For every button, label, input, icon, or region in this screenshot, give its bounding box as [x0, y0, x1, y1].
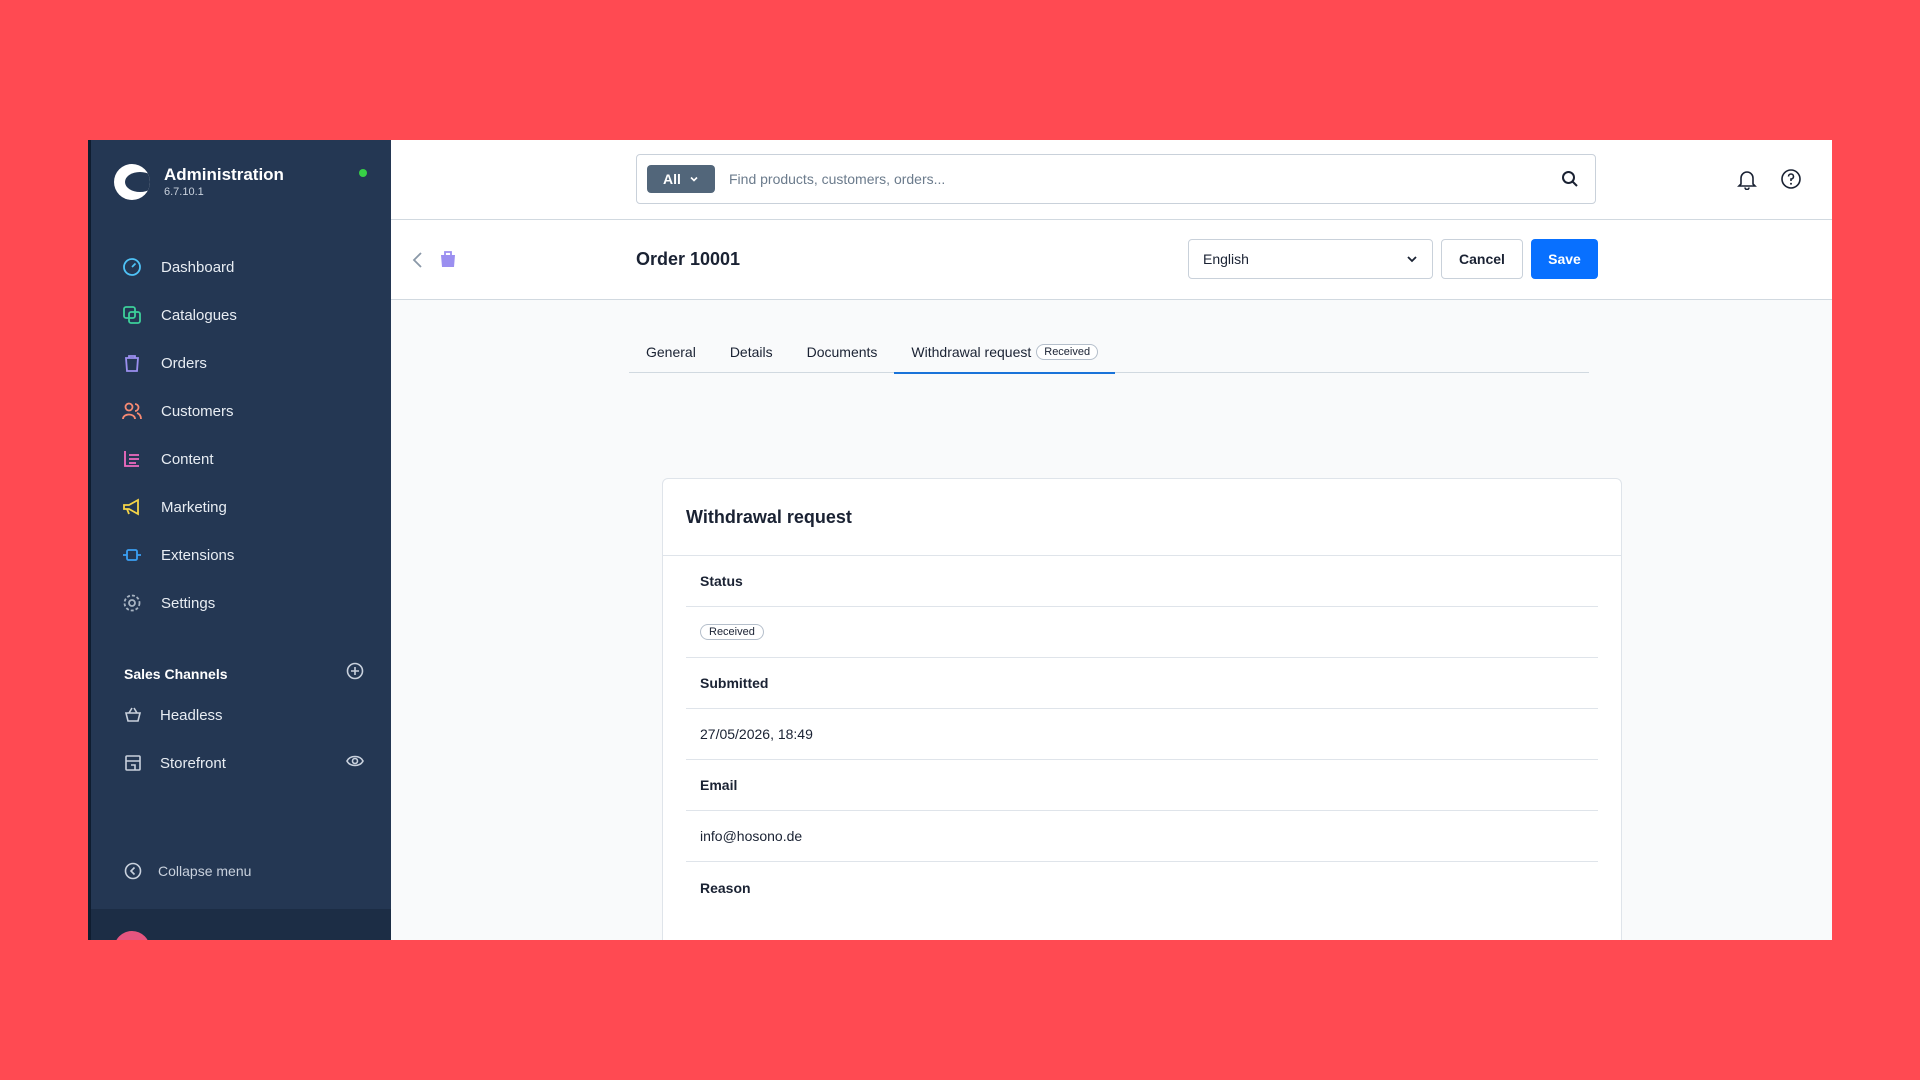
top-actions	[1736, 168, 1802, 195]
app-title: Administration	[164, 165, 284, 184]
sales-channel-headless[interactable]: Headless	[124, 700, 364, 730]
dashboard-icon	[121, 256, 143, 278]
extensions-icon	[121, 544, 143, 566]
catalogues-icon	[121, 304, 143, 326]
shopware-logo	[114, 164, 150, 200]
nav-item-orders[interactable]: Orders	[91, 339, 391, 387]
search-button[interactable]	[1545, 170, 1595, 188]
sales-channels-title: Sales Channels	[124, 665, 228, 682]
customers-icon	[121, 400, 143, 422]
nav-item-catalogues[interactable]: Catalogues	[91, 291, 391, 339]
tab-details[interactable]: Details	[713, 330, 790, 373]
bell-icon[interactable]	[1736, 168, 1758, 195]
card-body: Status Received Submitted 27/05/2026, 18…	[663, 556, 1621, 913]
nav-label: Customers	[161, 402, 234, 420]
nav-label: Settings	[161, 594, 216, 612]
search-type-label: All	[663, 171, 681, 187]
global-search: All	[636, 154, 1596, 204]
eye-icon[interactable]	[346, 752, 364, 774]
tab-documents[interactable]: Documents	[790, 330, 895, 373]
language-select[interactable]: English	[1188, 239, 1433, 279]
nav-item-customers[interactable]: Customers	[91, 387, 391, 435]
content-icon	[121, 448, 143, 470]
tab-withdrawal-request[interactable]: Withdrawal request Received	[894, 330, 1115, 374]
chevron-down-icon	[690, 176, 698, 182]
chevron-left-icon[interactable]	[411, 250, 425, 275]
sales-channel-label: Storefront	[160, 754, 226, 772]
nav-item-marketing[interactable]: Marketing	[91, 483, 391, 531]
order-tabs: General Details Documents Withdrawal req…	[629, 330, 1589, 374]
avatar[interactable]	[114, 931, 150, 940]
status-value-row: Received	[686, 607, 1598, 658]
collapse-menu-label: Collapse menu	[158, 863, 252, 879]
tab-label: Withdrawal request	[911, 343, 1032, 360]
marketing-icon	[121, 496, 143, 518]
sales-channel-storefront[interactable]: Storefront	[124, 748, 364, 778]
top-bar: All	[391, 140, 1832, 220]
language-value: English	[1203, 251, 1249, 267]
user-footer[interactable]	[91, 909, 391, 940]
smart-bar: Order 10001 English Cancel Save	[391, 220, 1832, 300]
sales-channels-header: Sales Channels	[124, 662, 364, 685]
card-title: Withdrawal request	[663, 479, 1621, 556]
save-button[interactable]: Save	[1531, 239, 1598, 279]
email-label: Email	[686, 760, 1598, 811]
chevron-down-icon	[1407, 256, 1417, 263]
storefront-icon	[124, 754, 142, 772]
collapse-menu-button[interactable]: Collapse menu	[124, 862, 251, 880]
submitted-label: Submitted	[686, 658, 1598, 709]
nav-label: Catalogues	[161, 306, 237, 324]
brand[interactable]: Administration 6.7.10.1	[114, 164, 284, 200]
tab-label: Details	[729, 343, 773, 360]
nav-label: Orders	[161, 354, 207, 372]
settings-icon	[121, 592, 143, 614]
sales-channel-label: Headless	[160, 706, 223, 724]
help-icon[interactable]	[1780, 168, 1802, 195]
admin-window: Administration 6.7.10.1 Dashboard Catalo…	[88, 140, 1832, 940]
reason-label: Reason	[700, 879, 751, 896]
nav-item-dashboard[interactable]: Dashboard	[91, 243, 391, 291]
status-badge: Received	[1036, 343, 1099, 360]
withdrawal-request-card: Withdrawal request Status Received Submi…	[662, 478, 1622, 940]
basket-icon	[124, 706, 142, 724]
search-type-dropdown[interactable]: All	[647, 165, 715, 193]
tab-label: Documents	[806, 343, 878, 360]
chevron-left-circle-icon	[124, 862, 142, 880]
search-icon	[1562, 171, 1578, 187]
orders-icon	[121, 352, 143, 374]
nav-item-settings[interactable]: Settings	[91, 579, 391, 627]
online-status-indicator	[359, 169, 367, 177]
cancel-button[interactable]: Cancel	[1441, 239, 1523, 279]
orders-bag-icon	[439, 249, 457, 274]
page-title: Order 10001	[636, 249, 741, 269]
sidebar: Administration 6.7.10.1 Dashboard Catalo…	[88, 140, 391, 940]
nav-item-extensions[interactable]: Extensions	[91, 531, 391, 579]
status-label: Status	[686, 556, 1598, 607]
main-nav: Dashboard Catalogues Orders Customers Co…	[91, 243, 391, 627]
status-badge: Received	[700, 624, 764, 640]
nav-item-content[interactable]: Content	[91, 435, 391, 483]
add-sales-channel-icon[interactable]	[346, 662, 364, 685]
tab-label: General	[646, 343, 696, 360]
email-value: info@hosono.de	[686, 811, 1598, 862]
search-input[interactable]	[729, 171, 1545, 187]
nav-label: Dashboard	[161, 258, 235, 276]
nav-label: Marketing	[161, 498, 227, 516]
app-version: 6.7.10.1	[164, 186, 204, 198]
submitted-value: 27/05/2026, 18:49	[686, 709, 1598, 760]
nav-label: Extensions	[161, 546, 235, 564]
nav-label: Content	[161, 450, 214, 468]
tab-general[interactable]: General	[629, 330, 713, 373]
